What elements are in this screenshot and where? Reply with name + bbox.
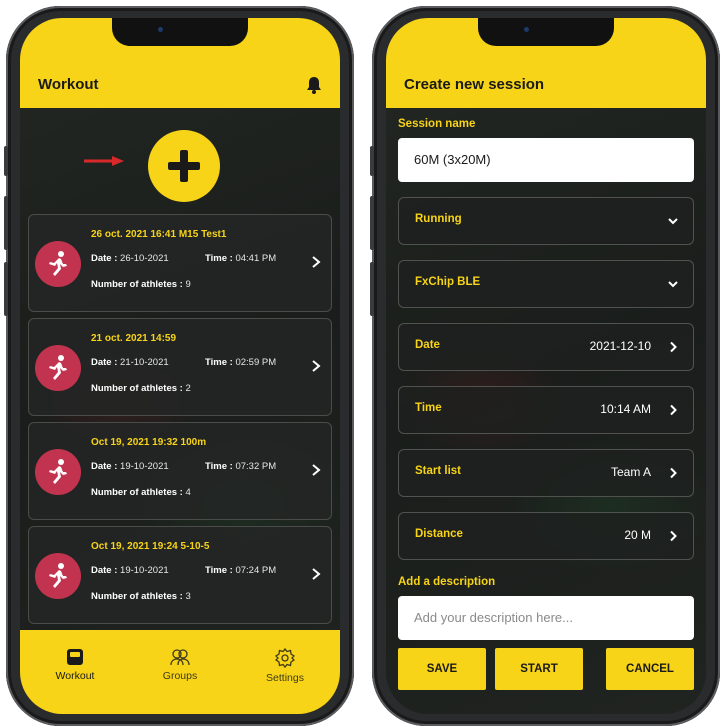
row-label: Time: [415, 402, 442, 414]
save-button[interactable]: SAVE: [398, 648, 486, 690]
description-input[interactable]: Add your description here...: [398, 596, 694, 640]
start-button[interactable]: START: [495, 648, 583, 690]
nav-item-groups[interactable]: Groups: [135, 648, 225, 682]
side-button: [4, 196, 8, 250]
side-button: [370, 146, 374, 176]
side-button: [4, 262, 8, 316]
session-list: 26 oct. 2021 16:41 M15 Test1 Date : 26-1…: [28, 214, 332, 630]
nav-item-workout[interactable]: Workout: [30, 648, 120, 682]
row-value: Team A: [610, 465, 651, 479]
session-title: Oct 19, 2021 19:32 100m: [91, 437, 207, 448]
session-title: 26 oct. 2021 16:41 M15 Test1: [91, 229, 227, 240]
row-label: FxChip BLE: [415, 276, 481, 288]
session-date: Date : 19-10-2021: [91, 565, 169, 576]
runner-icon: [35, 449, 81, 495]
chevron-right-icon: [670, 404, 677, 416]
runner-icon: [35, 345, 81, 391]
notch: [112, 18, 248, 46]
date-row[interactable]: Date 2021-12-10: [398, 323, 694, 371]
description-label: Add a description: [398, 576, 496, 588]
time-row[interactable]: Time 10:14 AM: [398, 386, 694, 434]
action-bar: SAVE START CANCEL: [398, 648, 694, 690]
device-select[interactable]: FxChip BLE: [398, 260, 694, 308]
side-button: [370, 196, 374, 250]
chevron-down-icon: [668, 281, 678, 288]
nav-item-settings[interactable]: Settings: [240, 648, 330, 684]
row-value: 20 M: [624, 528, 651, 542]
gear-icon: [275, 648, 295, 668]
cancel-button[interactable]: CANCEL: [606, 648, 694, 690]
runner-icon: [35, 553, 81, 599]
chevron-right-icon: [670, 467, 677, 479]
session-time: Time : 07:24 PM: [205, 565, 277, 576]
session-date: Date : 26-10-2021: [91, 253, 169, 264]
session-name-label: Session name: [398, 118, 476, 130]
session-date: Date : 21-10-2021: [91, 357, 169, 368]
inbox-icon: [67, 649, 83, 665]
sport-select[interactable]: Running: [398, 197, 694, 245]
distance-row[interactable]: Distance 20 M: [398, 512, 694, 560]
chevron-right-icon: [312, 568, 321, 580]
session-date: Date : 19-10-2021: [91, 461, 169, 472]
session-card[interactable]: Oct 19, 2021 19:32 100m Date : 19-10-202…: [28, 422, 332, 520]
chevron-right-icon: [670, 530, 677, 542]
session-athletes: Number of athletes : 9: [91, 279, 191, 290]
runner-icon: [35, 241, 81, 287]
page-title: Workout: [38, 76, 99, 93]
session-athletes: Number of athletes : 4: [91, 487, 191, 498]
row-label: Date: [415, 339, 440, 351]
camera-dot: [524, 27, 529, 32]
camera-dot: [158, 27, 163, 32]
plus-icon: [180, 150, 188, 182]
nav-label: Workout: [55, 670, 95, 682]
session-athletes: Number of athletes : 3: [91, 591, 191, 602]
phone-frame-right: Create new session Session name 60M (3x2…: [370, 6, 720, 726]
workout-screen: Workout 26 oct. 2021 16:41 M15 Test1 Dat…: [20, 18, 340, 714]
page-title: Create new session: [404, 76, 545, 93]
session-card[interactable]: 21 oct. 2021 14:59 Date : 21-10-2021 Tim…: [28, 318, 332, 416]
session-time: Time : 02:59 PM: [205, 357, 277, 368]
add-session-area: [20, 126, 340, 206]
row-label: Distance: [415, 528, 463, 540]
nav-label: Settings: [266, 672, 304, 684]
side-button: [4, 146, 8, 176]
bell-icon[interactable]: [306, 76, 322, 94]
row-value: 2021-12-10: [589, 339, 651, 353]
phone-frame-left: Workout 26 oct. 2021 16:41 M15 Test1 Dat…: [4, 6, 354, 726]
session-form: Session name 60M (3x20M) Running FxChip …: [398, 118, 694, 640]
side-button: [370, 262, 374, 316]
start-list-row[interactable]: Start list Team A: [398, 449, 694, 497]
chevron-right-icon: [670, 341, 677, 353]
chevron-right-icon: [312, 464, 321, 476]
add-session-button[interactable]: [148, 130, 220, 202]
chevron-right-icon: [312, 256, 321, 268]
session-time: Time : 07:32 PM: [205, 461, 277, 472]
bottom-nav: Workout Groups Settings: [20, 630, 340, 714]
session-name-input[interactable]: 60M (3x20M): [398, 138, 694, 182]
nav-label: Groups: [162, 670, 198, 682]
group-icon: [170, 649, 190, 666]
session-title: 21 oct. 2021 14:59: [91, 333, 177, 344]
row-label: Running: [415, 213, 462, 225]
row-label: Start list: [415, 465, 462, 477]
chevron-right-icon: [312, 360, 321, 372]
session-title: Oct 19, 2021 19:24 5-10-5: [91, 541, 210, 552]
session-card[interactable]: 26 oct. 2021 16:41 M15 Test1 Date : 26-1…: [28, 214, 332, 312]
create-session-screen: Create new session Session name 60M (3x2…: [386, 18, 706, 714]
arrow-right-icon: [84, 156, 124, 166]
session-athletes: Number of athletes : 2: [91, 383, 191, 394]
notch: [478, 18, 614, 46]
session-card[interactable]: Oct 19, 2021 19:24 5-10-5 Date : 19-10-2…: [28, 526, 332, 624]
row-value: 10:14 AM: [600, 402, 651, 416]
chevron-down-icon: [668, 218, 678, 225]
session-time: Time : 04:41 PM: [205, 253, 277, 264]
